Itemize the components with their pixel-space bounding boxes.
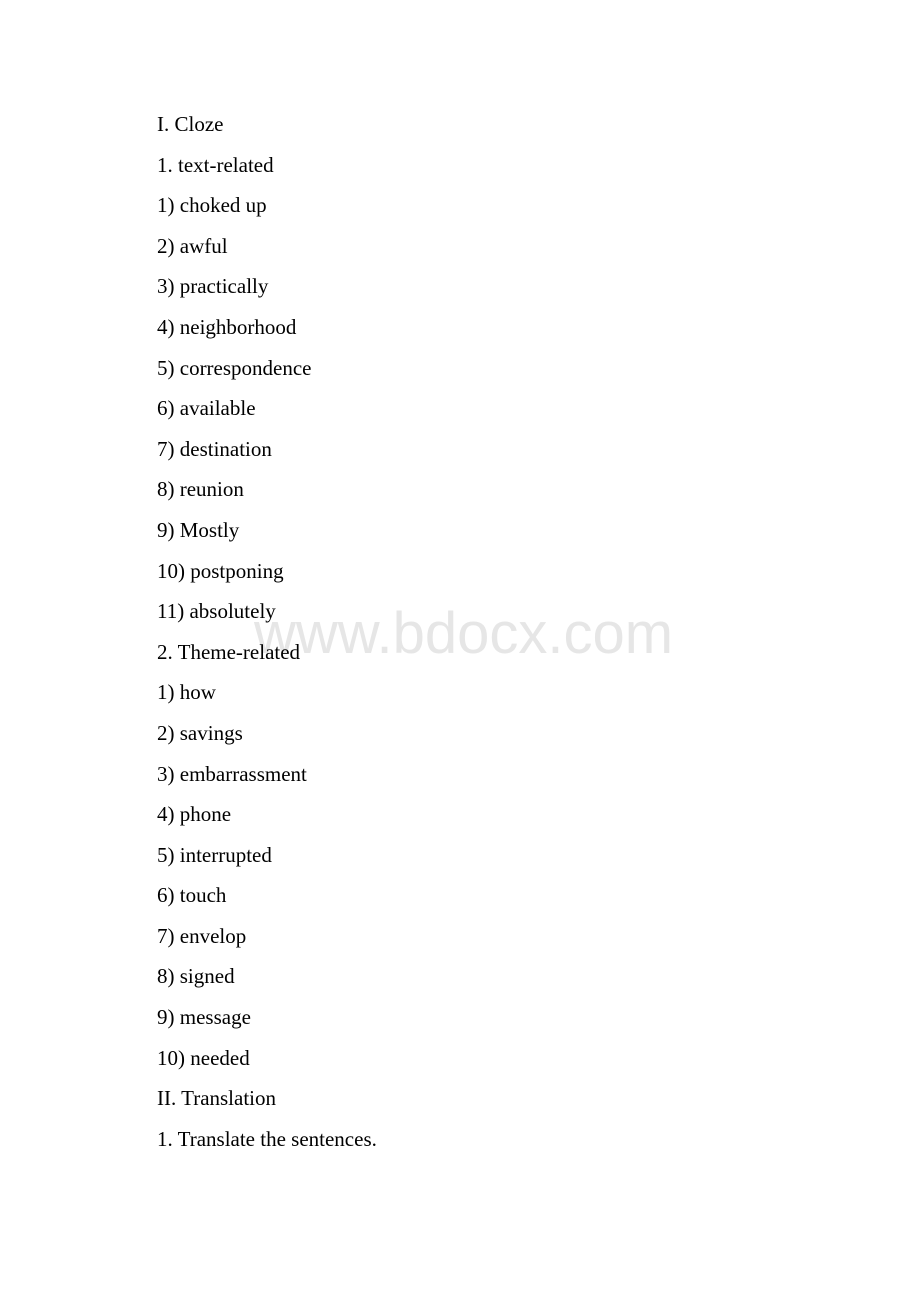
- answer-item: 7) envelop: [157, 923, 247, 948]
- answer-item: 6) touch: [157, 883, 227, 908]
- answer-item: 1) choked up: [157, 193, 267, 218]
- answer-item: 2) awful: [157, 233, 228, 258]
- section-heading-cloze: I. Cloze: [157, 112, 224, 136]
- answer-item: 5) correspondence: [157, 355, 312, 380]
- answer-item: 11) absolutely: [157, 599, 276, 624]
- answer-item: 5) interrupted: [157, 842, 272, 867]
- answer-item: 10) postponing: [157, 558, 284, 583]
- answer-item: 7) destination: [157, 436, 272, 461]
- subsection-heading-theme-related: 2. Theme-related: [157, 639, 301, 664]
- answer-item: 4) neighborhood: [157, 314, 297, 339]
- section-heading-translation: II. Translation: [157, 1086, 277, 1111]
- answer-item: 9) message: [157, 1005, 251, 1030]
- answer-item: 2) savings: [157, 720, 243, 745]
- answer-item: 10) needed: [157, 1045, 250, 1070]
- answer-item: 4) phone: [157, 802, 232, 827]
- subsection-heading-text-related: 1. text-related: [157, 152, 274, 177]
- answer-item: 6) available: [157, 396, 256, 421]
- answer-item: 3) practically: [157, 274, 269, 299]
- answer-item: 9) Mostly: [157, 517, 240, 542]
- answer-item: 3) embarrassment: [157, 761, 307, 786]
- answer-item: 8) signed: [157, 964, 235, 989]
- document-body: I. Cloze 1. text-related 1) choked up 2)…: [157, 108, 377, 1163]
- answer-item: 1) how: [157, 680, 216, 705]
- answer-item: 8) reunion: [157, 477, 244, 502]
- subsection-heading-translate-sentences: 1. Translate the sentences.: [157, 1126, 377, 1151]
